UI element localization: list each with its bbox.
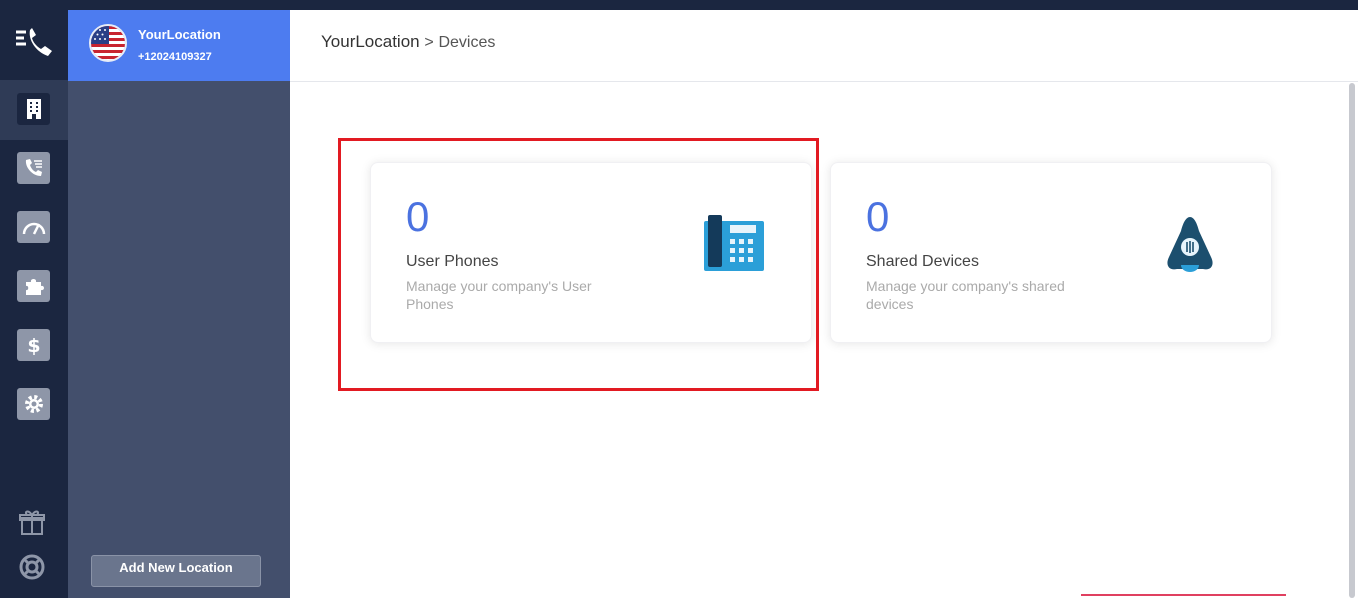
- user-phones-count: 0: [406, 193, 430, 240]
- location-name: YourLocation: [138, 27, 221, 42]
- building-icon: [26, 99, 41, 119]
- lifebuoy-icon[interactable]: [18, 553, 46, 581]
- icon-rail: $: [0, 10, 68, 598]
- nav-integrations[interactable]: [17, 270, 50, 302]
- location-phone: +12024109327: [138, 51, 212, 63]
- gear-icon: [24, 395, 43, 413]
- vertical-scrollbar[interactable]: [1349, 83, 1355, 598]
- shared-devices-card[interactable]: 0 Shared Devices Manage your company's s…: [830, 162, 1272, 343]
- svg-text:$: $: [27, 335, 40, 356]
- shared-devices-title: Shared Devices: [866, 253, 979, 270]
- dollar-icon: $: [27, 335, 40, 356]
- breadcrumb-separator: >: [424, 34, 434, 51]
- nav-analytics[interactable]: [17, 211, 50, 243]
- shared-devices-description: Manage your company's shared devices: [866, 278, 1065, 312]
- phone-calls-icon: [25, 159, 42, 176]
- bottom-accent-line: [1081, 594, 1286, 596]
- user-phones-description: Manage your company's User Phones: [406, 278, 592, 312]
- nav-calls[interactable]: [17, 152, 50, 184]
- breadcrumb-current: Devices: [438, 34, 496, 51]
- conference-phone-icon: [1167, 217, 1213, 272]
- location-sidebar: YourLocation +12024109327 Add New Locati…: [68, 10, 290, 598]
- page-header: YourLocation > Devices: [290, 10, 1358, 82]
- user-phones-card[interactable]: 0 User Phones Manage your company's User…: [370, 162, 812, 343]
- shared-devices-count: 0: [866, 193, 890, 240]
- desk-phone-icon: [704, 215, 764, 271]
- breadcrumb-root-link[interactable]: YourLocation: [321, 32, 420, 51]
- top-bar: [0, 0, 1358, 10]
- add-new-location-button[interactable]: Add New Location: [91, 555, 261, 587]
- us-flag-icon: [89, 24, 127, 62]
- location-card[interactable]: YourLocation +12024109327: [68, 10, 290, 81]
- main-content: YourLocation > Devices 0 User Phones Man…: [290, 10, 1358, 598]
- user-phones-title: User Phones: [406, 253, 499, 270]
- nav-locations[interactable]: [17, 93, 50, 125]
- gauge-icon: [22, 222, 45, 235]
- puzzle-icon: [25, 279, 44, 295]
- breadcrumb: YourLocation > Devices: [321, 32, 495, 52]
- app-logo-icon[interactable]: [14, 26, 54, 60]
- gift-icon[interactable]: [18, 508, 46, 536]
- nav-settings[interactable]: [17, 388, 50, 420]
- nav-billing[interactable]: $: [17, 329, 50, 361]
